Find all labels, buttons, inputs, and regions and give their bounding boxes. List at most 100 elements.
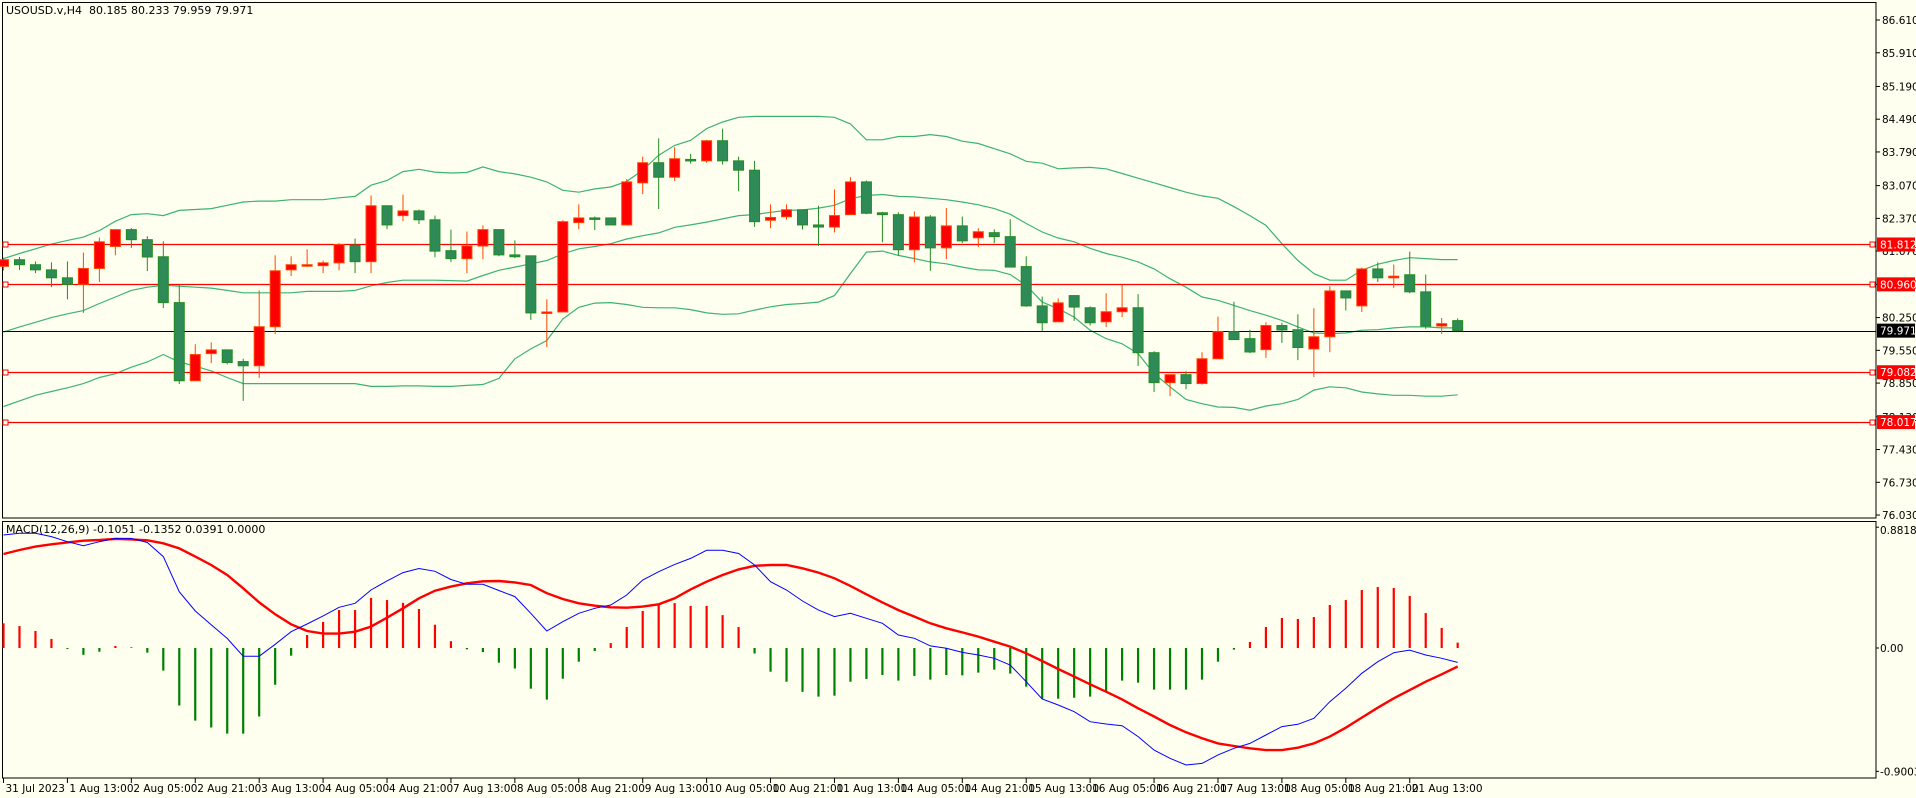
time-axis-label: 14 Aug 21:00 [964,783,1035,795]
bull-candle [461,231,473,274]
time-axis-label: 9 Aug 13:00 [645,783,709,795]
candle-body [1052,302,1064,323]
bull-candle [1308,308,1320,378]
bull-candle [365,195,377,274]
candle-body [1036,305,1048,324]
bear-candle [876,211,888,243]
macd-indicator [2,532,1459,766]
candle-body [1180,374,1192,385]
bull-candle [701,139,713,163]
time-axis-label: 2 Aug 05:00 [133,783,197,795]
bear-candle [1036,296,1048,332]
level-handle-right[interactable] [1869,241,1876,248]
candle-body [637,162,649,184]
bull-candle [189,344,201,382]
bear-candle [1004,219,1016,268]
chart-canvas[interactable]: 86.610 85.910 85.190 84.490 83.790 83.070 82.3… [0,0,1916,798]
bull-candle [765,204,777,229]
candle-body [157,256,169,304]
candle-body [301,264,313,267]
candle-body [1164,374,1176,384]
candle-body [589,217,601,220]
level-handle-left[interactable] [2,281,9,288]
bull-candle [828,189,840,233]
level-handle-right[interactable] [1869,369,1876,376]
level-handle-right[interactable] [1869,419,1876,426]
time-axis-label: 31 Jul 2023 [6,783,65,795]
level-handle-left[interactable] [2,241,9,248]
time-axis-label: 15 Aug 13:00 [1028,783,1099,795]
candle-body [269,270,281,328]
candle-body [253,326,265,367]
macd-info: MACD(12,26,9) -0.1051 -0.1352 0.0391 0.0… [6,523,266,536]
bull-candle [908,211,920,263]
time-axis-label: 8 Aug 05:00 [517,783,581,795]
bull-candle [77,252,89,313]
bollinger-middle-line [3,193,1458,335]
bear-candle [988,229,1000,244]
candle-body [29,264,41,271]
horizontal-levels[interactable] [2,241,1876,426]
bear-candle [1452,318,1464,332]
level-handle-left[interactable] [2,369,9,376]
candle-body [621,181,633,226]
candle-body [333,244,345,264]
price-labels: 81.812 80.960 79.082 78.017 79.971 [1877,237,1916,430]
candle-body [477,229,489,247]
bull-candle [781,204,793,220]
bull-candle [1260,322,1272,358]
bear-candle [509,240,521,259]
level-handle-right[interactable] [1869,281,1876,288]
bear-candle [1132,294,1144,367]
candle-body [285,264,297,271]
candle-body [109,229,121,247]
candle-body [573,217,585,224]
candle-body [1244,338,1256,353]
candle-body [956,225,968,242]
candle-body [1308,336,1320,350]
bear-candle [749,160,761,227]
level-price-label: 81.812 [1880,239,1916,251]
bear-candle [797,209,808,230]
level-handle-left[interactable] [2,419,9,426]
bear-candle [1292,314,1304,361]
macd-axis-label: 0.00 [1880,643,1903,655]
candle-body [1452,320,1464,332]
macd-main-line [3,532,1458,766]
bear-candle [349,238,361,274]
time-axis-label: 17 Aug 13:00 [1220,783,1291,795]
time-axis-label: 3 Aug 13:00 [261,783,325,795]
candle-body [221,349,233,364]
macd-axis: 0.8818 0.00 -0.9003 [1876,525,1916,778]
candle-body [1084,307,1096,324]
time-axis: 31 Jul 2023 1 Aug 13:00 2 Aug 05:00 2 Aug 2… [3,778,1483,795]
time-axis-label: 14 Aug 05:00 [900,783,971,795]
candle-body [381,205,393,226]
bear-candle [429,215,441,258]
candle-body [1068,295,1080,308]
candle-body [669,158,681,178]
price-axis-label: 85.190 [1882,81,1916,93]
candle-body [0,259,9,267]
bull-candle [669,147,681,181]
candle-body [77,267,89,285]
bull-candle [1052,298,1064,323]
candle-body [13,259,25,266]
candle-body [61,277,73,285]
candle-body [685,158,697,162]
candle-body [317,262,329,267]
bear-candle [605,217,617,226]
bear-candle [493,229,505,257]
macd-axis-label: -0.9003 [1880,766,1916,778]
price-axis-label: 79.550 [1882,345,1916,357]
bull-candle [940,208,952,260]
candle-body [1340,290,1352,299]
candle-body [1004,236,1016,268]
bear-candle [413,209,425,225]
candle-body [924,216,936,249]
bear-candle [445,229,457,262]
bull-candle [0,257,9,271]
candle-body [860,181,872,214]
candle-body [429,219,441,252]
bollinger-upper-line [3,115,1458,281]
